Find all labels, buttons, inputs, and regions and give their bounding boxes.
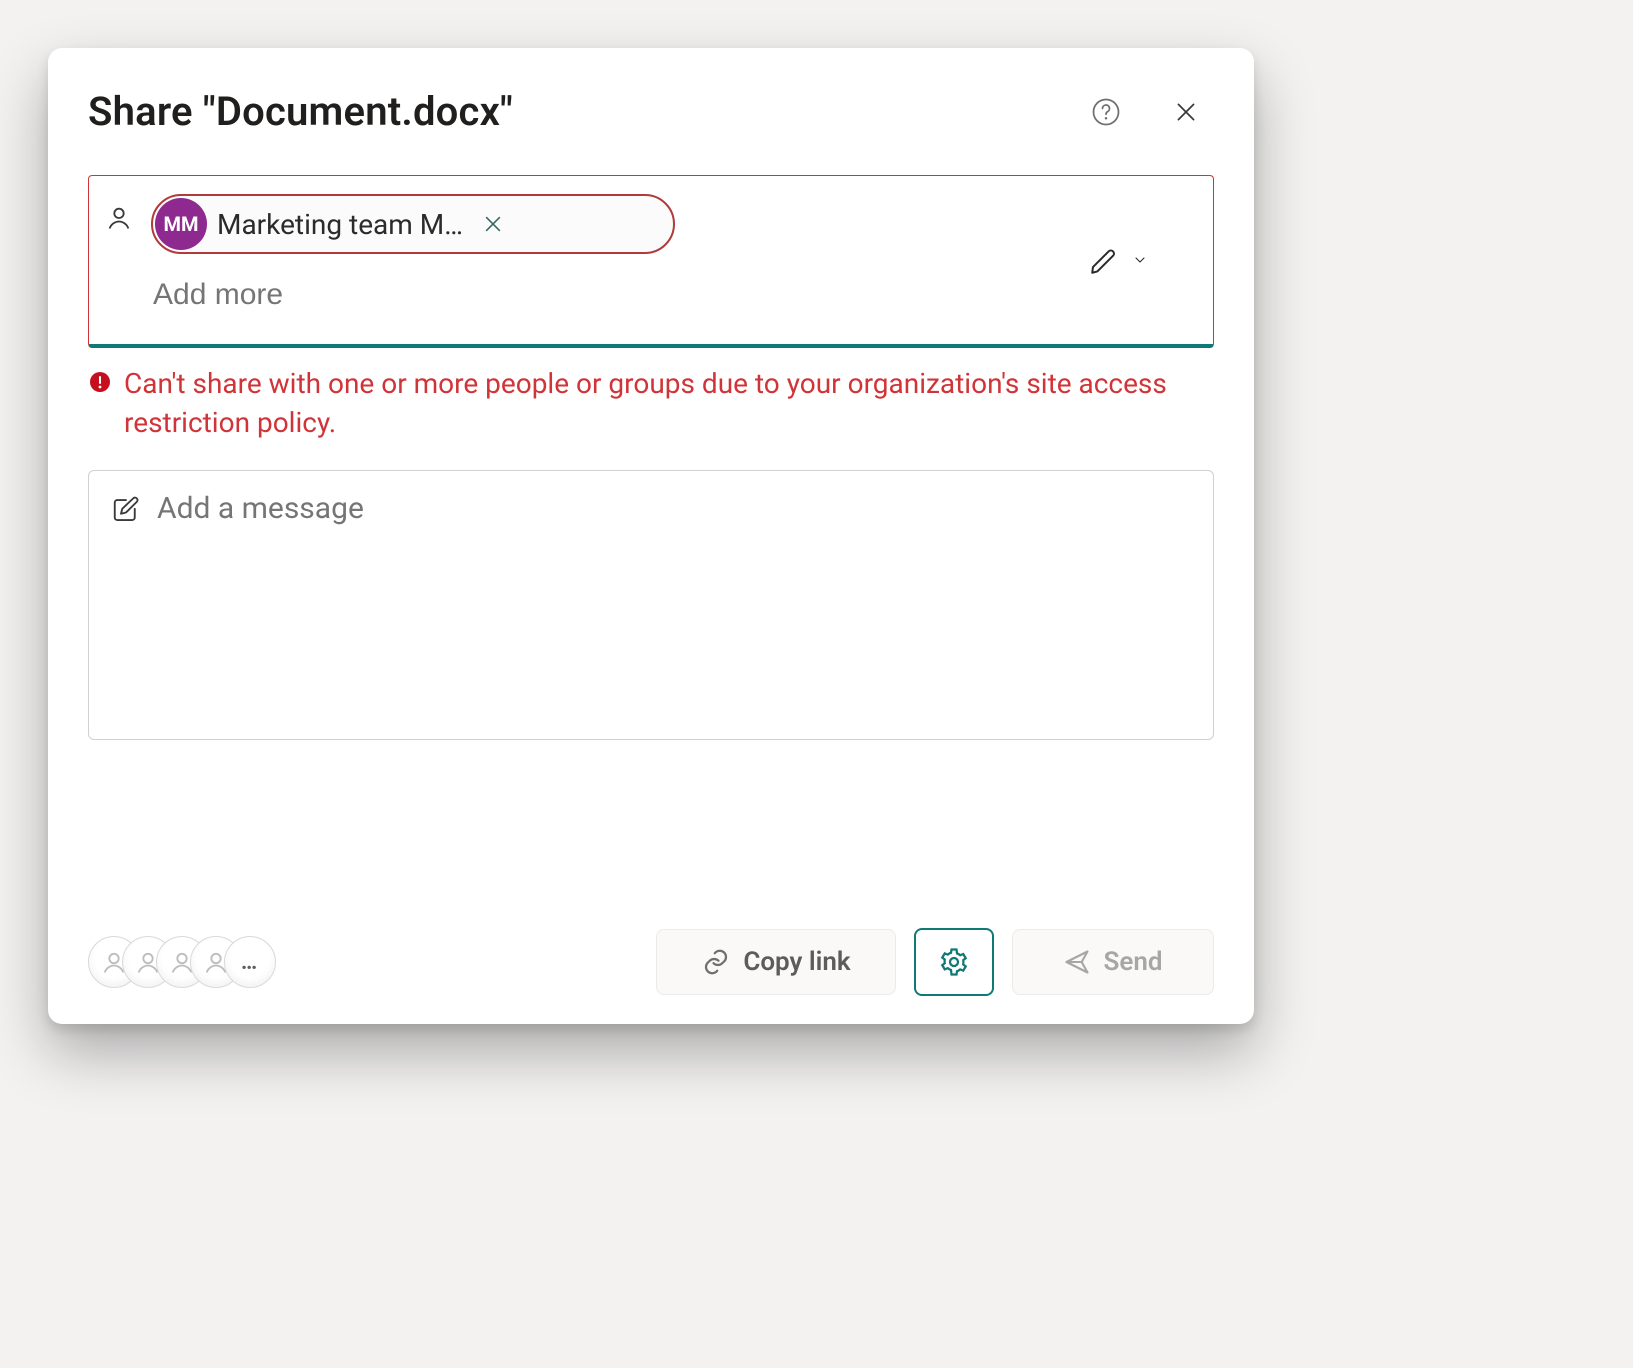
link-settings-button[interactable] (914, 928, 994, 996)
copy-link-label: Copy link (743, 947, 850, 977)
send-button[interactable]: Send (1012, 929, 1214, 995)
remove-icon (482, 213, 504, 235)
dialog-footer: … Copy link (88, 928, 1214, 996)
footer-actions: Copy link Send (656, 928, 1214, 996)
header-actions (1084, 90, 1208, 134)
person-icon (105, 204, 133, 236)
recipients-field[interactable]: MM Marketing team M… (88, 175, 1214, 348)
chip-label: Marketing team M… (217, 208, 463, 241)
gear-icon (939, 947, 969, 977)
recipient-chip[interactable]: MM Marketing team M… (151, 194, 675, 254)
avatar-more: … (224, 936, 276, 988)
help-icon (1091, 97, 1121, 127)
chevron-down-icon (1132, 252, 1148, 268)
recipients-right (1023, 176, 1213, 344)
chip-avatar: MM (155, 198, 207, 250)
compose-icon (111, 495, 141, 529)
dialog-header: Share "Document.docx" (88, 88, 1214, 135)
help-button[interactable] (1084, 90, 1128, 134)
pencil-icon (1088, 243, 1122, 277)
error-text: Can't share with one or more people or g… (124, 364, 1214, 442)
close-icon (1173, 99, 1199, 125)
message-box[interactable] (88, 470, 1214, 740)
dialog-title: Share "Document.docx" (88, 88, 513, 135)
copy-link-button[interactable]: Copy link (656, 929, 896, 995)
send-icon (1063, 948, 1091, 976)
chip-remove-button[interactable] (477, 208, 509, 240)
send-label: Send (1103, 947, 1162, 977)
error-banner: Can't share with one or more people or g… (88, 364, 1214, 442)
message-input[interactable] (155, 489, 1191, 725)
chips-column: MM Marketing team M… (151, 194, 1010, 320)
share-dialog: Share "Document.docx" (48, 48, 1254, 1024)
permission-button[interactable] (1023, 176, 1213, 344)
shared-with-avatars[interactable]: … (88, 936, 276, 988)
close-button[interactable] (1164, 90, 1208, 134)
error-circle-icon (88, 370, 112, 398)
link-icon (701, 947, 731, 977)
recipients-left: MM Marketing team M… (89, 176, 1022, 344)
recipients-input[interactable] (151, 276, 1012, 320)
